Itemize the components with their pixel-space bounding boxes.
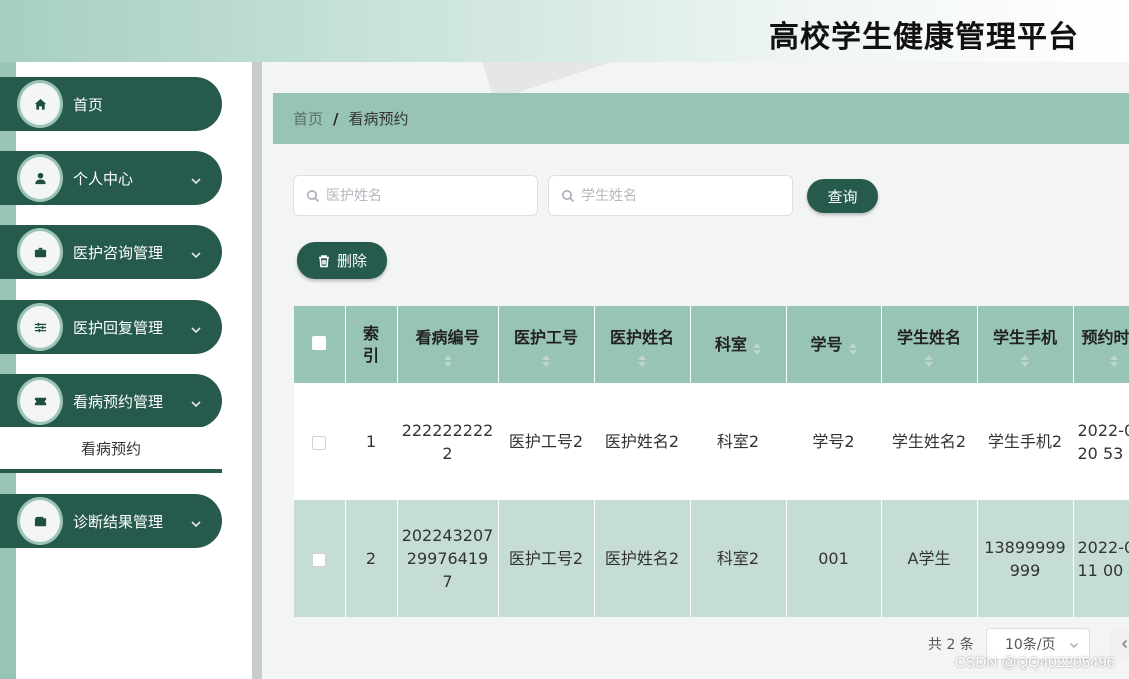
ticket-icon <box>17 377 63 425</box>
sidebar-item-personal-center[interactable]: 个人中心 <box>0 151 222 205</box>
cell-visit-no: 2222222222 <box>397 383 499 500</box>
sort-icon[interactable] <box>443 351 452 367</box>
sidebar-item-diagnosis-manage[interactable]: 诊断结果管理 <box>0 494 222 548</box>
page-size-value: 10条/页 <box>1005 637 1056 653</box>
briefcase-icon <box>17 228 63 276</box>
student-name-search <box>548 175 793 216</box>
sidebar-item-consult-manage[interactable]: 医护咨询管理 <box>0 225 222 279</box>
delete-button-label: 删除 <box>336 252 367 270</box>
sort-icon[interactable] <box>542 351 550 367</box>
doctor-name-search <box>293 175 538 216</box>
cell-appt-time: 2022-03 20 53 <box>1073 383 1129 500</box>
cell-visit-no: 20224320729976419 7 <box>397 500 499 617</box>
table-row[interactable]: 2 20224320729976419 7 医护工号2 医护姓名2 科室2 00… <box>294 500 1129 617</box>
top-header: 高校学生健康管理平台 <box>0 0 1129 62</box>
sort-icon[interactable] <box>1109 351 1118 367</box>
column-header-staff-name[interactable]: 医护姓名 <box>594 306 691 383</box>
watermark: CSDN @QQ402205496 <box>954 654 1115 671</box>
column-header-student-no[interactable]: 学号 <box>786 306 882 383</box>
sidebar-item-label: 医护咨询管理 <box>73 243 164 262</box>
cell-staff-no: 医护工号2 <box>498 383 595 500</box>
cell-staff-name: 医护姓名2 <box>594 383 691 500</box>
sort-icon[interactable] <box>848 339 857 355</box>
column-header-index: 索引 <box>345 306 398 383</box>
column-header-dept[interactable]: 科室 <box>690 306 787 383</box>
sidebar-subitem-appointment[interactable]: 看病预约 <box>0 427 222 473</box>
sidebar-item-home[interactable]: 首页 <box>0 77 222 131</box>
main-content: 首页 / 看病预约 查询 删除 索引 看病编号 医护工号 医护姓名 <box>262 62 1129 679</box>
column-header-student-name[interactable]: 学生姓名 <box>881 306 978 383</box>
table-header-row: 索引 看病编号 医护工号 医护姓名 科室 学号 学生姓名 学生手机 预约时间 <box>294 306 1129 383</box>
cell-student-no: 学号2 <box>786 383 882 500</box>
breadcrumb-current: 看病预约 <box>348 110 409 128</box>
sidebar-item-label: 诊断结果管理 <box>73 512 164 531</box>
sidebar-item-label: 个人中心 <box>73 169 134 188</box>
cell-appt-time: 2022-05 11 00 <box>1073 500 1129 617</box>
cell-dept: 科室2 <box>690 383 787 500</box>
chevron-down-icon <box>190 395 202 408</box>
chevron-left-icon <box>1121 639 1128 649</box>
breadcrumb: 首页 / 看病预约 <box>273 93 1129 144</box>
sort-icon[interactable] <box>638 351 646 367</box>
home-icon <box>17 80 63 128</box>
search-icon <box>307 189 320 202</box>
chevron-down-icon <box>190 246 202 259</box>
sort-icon[interactable] <box>925 351 933 367</box>
pagination-total: 共 2 条 <box>928 637 974 653</box>
select-all-checkbox[interactable] <box>312 335 327 350</box>
sidebar-item-label: 首页 <box>73 95 104 114</box>
search-icon <box>562 189 575 202</box>
query-button-label: 查询 <box>827 187 858 206</box>
row-select-cell <box>294 500 346 617</box>
trash-icon <box>318 254 329 267</box>
user-icon <box>17 154 63 202</box>
row-checkbox[interactable] <box>312 552 327 567</box>
sidebar-item-label: 医护回复管理 <box>73 318 164 337</box>
chevron-down-icon <box>190 321 202 334</box>
breadcrumb-separator: / <box>333 109 339 128</box>
cell-student-phone: 13899999999 <box>977 500 1074 617</box>
cell-staff-name: 医护姓名2 <box>594 500 691 617</box>
table-row[interactable]: 1 2222222222 医护工号2 医护姓名2 科室2 学号2 学生姓名2 学… <box>294 383 1129 500</box>
sort-icon[interactable] <box>753 339 761 355</box>
cell-student-phone: 学生手机2 <box>977 383 1074 500</box>
chevron-down-icon <box>190 172 202 185</box>
column-header-student-phone[interactable]: 学生手机 <box>977 306 1074 383</box>
student-name-input[interactable] <box>581 187 761 204</box>
cell-index: 1 <box>345 383 398 500</box>
sidebar-divider <box>252 62 262 679</box>
cell-student-no: 001 <box>786 500 882 617</box>
site-title: 高校学生健康管理平台 <box>769 20 1079 55</box>
delete-button[interactable]: 删除 <box>297 242 387 279</box>
wallet-icon <box>17 497 63 545</box>
cell-student-name: A学生 <box>881 500 978 617</box>
column-header-staff-no[interactable]: 医护工号 <box>498 306 595 383</box>
sidebar-item-appointment-manage[interactable]: 看病预约管理 <box>0 374 222 428</box>
column-header-visit-no[interactable]: 看病编号 <box>397 306 499 383</box>
cell-dept: 科室2 <box>690 500 787 617</box>
cell-student-name: 学生姓名2 <box>881 383 978 500</box>
row-select-cell <box>294 383 346 500</box>
sidebar-item-reply-manage[interactable]: 医护回复管理 <box>0 300 222 354</box>
cell-staff-no: 医护工号2 <box>498 500 595 617</box>
sliders-icon <box>17 303 63 351</box>
chevron-down-icon <box>1069 642 1079 649</box>
query-button[interactable]: 查询 <box>807 179 878 213</box>
breadcrumb-home[interactable]: 首页 <box>293 108 323 129</box>
column-header-appt-time[interactable]: 预约时间 <box>1073 306 1129 383</box>
sidebar-item-label: 看病预约管理 <box>73 392 164 411</box>
cell-index: 2 <box>345 500 398 617</box>
sidebar: 首页 个人中心 医护咨询管理 医护回复管理 看病预约管理 看病预约 诊断结果管理 <box>0 62 262 679</box>
row-checkbox[interactable] <box>312 435 327 450</box>
chevron-down-icon <box>190 515 202 528</box>
select-all-cell <box>294 306 346 383</box>
appointment-table: 索引 看病编号 医护工号 医护姓名 科室 学号 学生姓名 学生手机 预约时间 1… <box>294 306 1129 617</box>
doctor-name-input[interactable] <box>326 187 506 204</box>
sort-icon[interactable] <box>1021 351 1029 367</box>
